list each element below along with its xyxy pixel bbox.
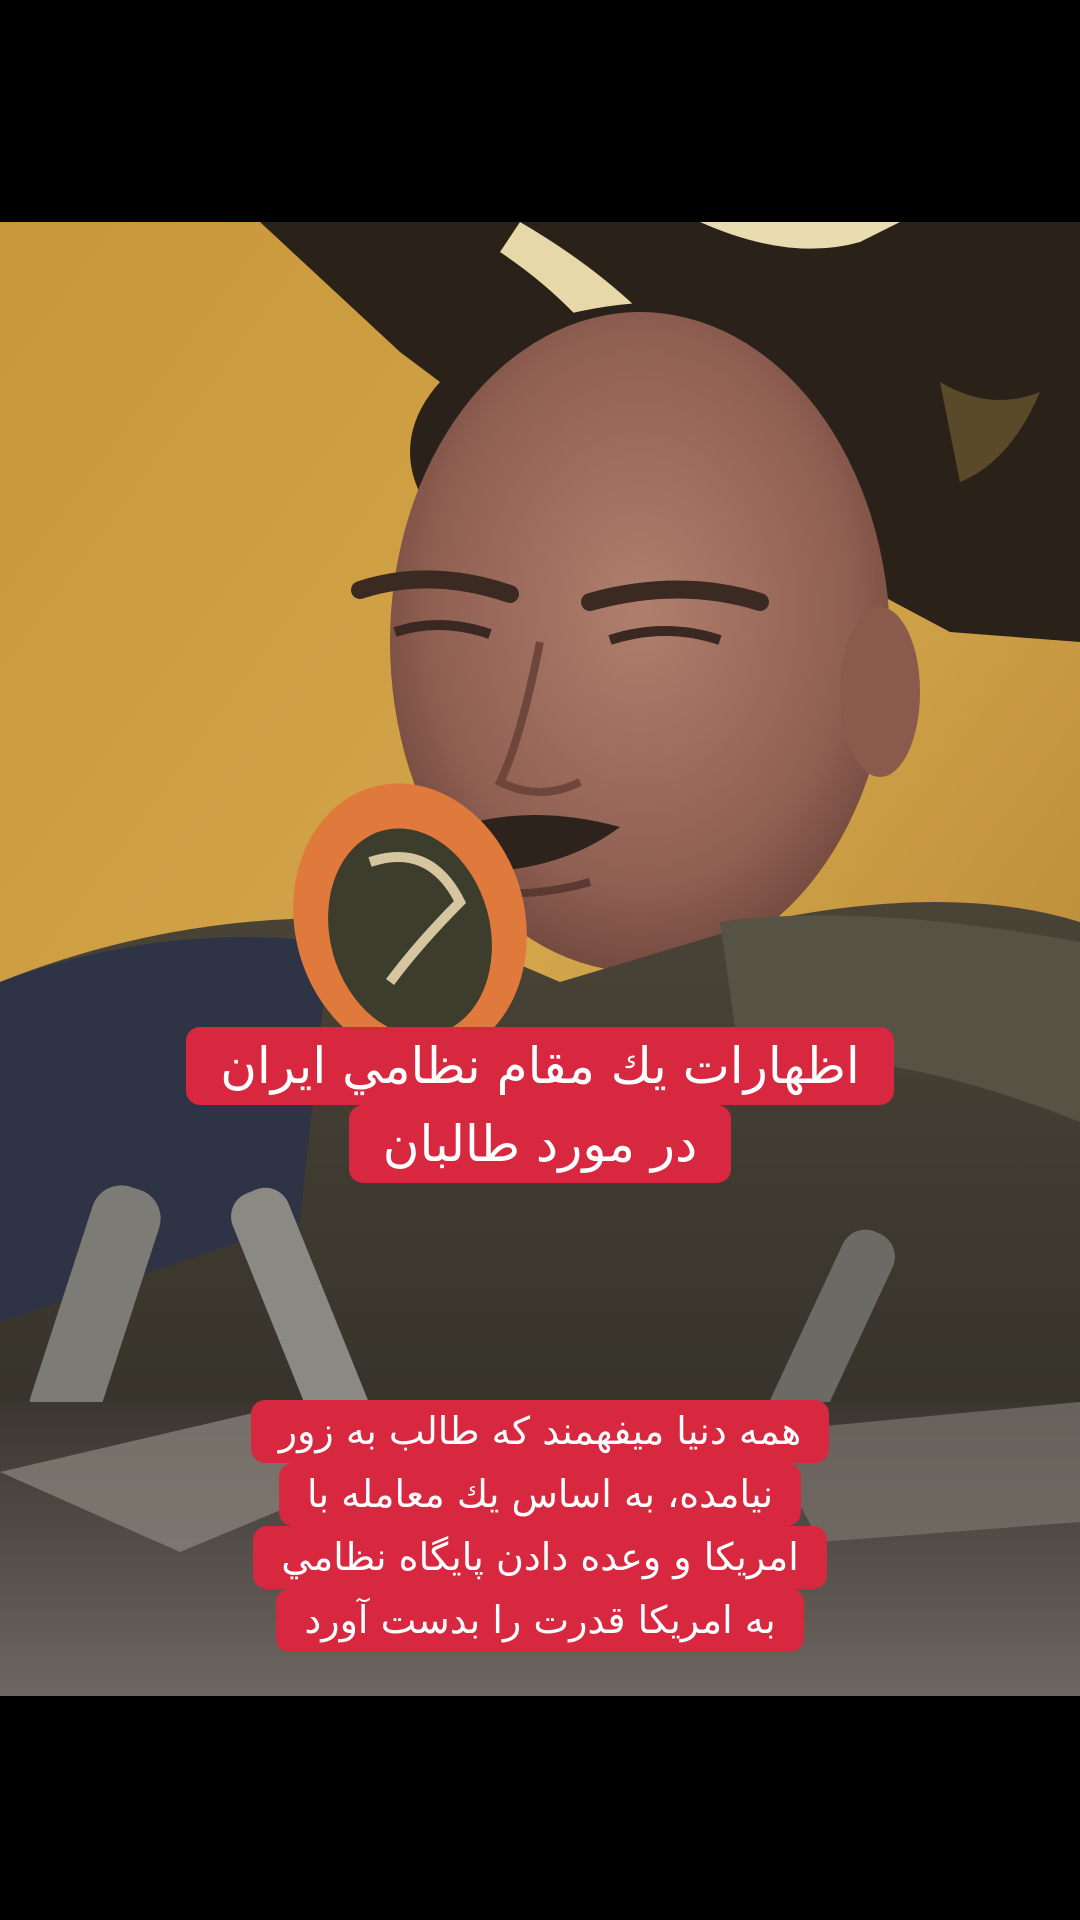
video-frame: اظهارات يك مقام نظامي ايران در مورد طالب… — [0, 0, 1080, 1920]
body-caption-line: به امريكا قدرت را بدست آورد — [276, 1589, 804, 1652]
title-caption-line: در مورد طالبان — [348, 1105, 732, 1183]
body-caption-line: همه دنيا ميفهمند كه طالب به زور — [250, 1400, 830, 1463]
body-caption-line: نيامده، به اساس يك معامله با — [278, 1463, 802, 1526]
title-caption: اظهارات يك مقام نظامي ايران در مورد طالب… — [0, 1027, 1080, 1183]
body-caption-line: امريكا و وعده دادن پايگاه نظامي — [253, 1526, 827, 1589]
title-caption-line: اظهارات يك مقام نظامي ايران — [186, 1027, 894, 1105]
body-caption: همه دنيا ميفهمند كه طالب به زور نيامده، … — [0, 1400, 1080, 1652]
